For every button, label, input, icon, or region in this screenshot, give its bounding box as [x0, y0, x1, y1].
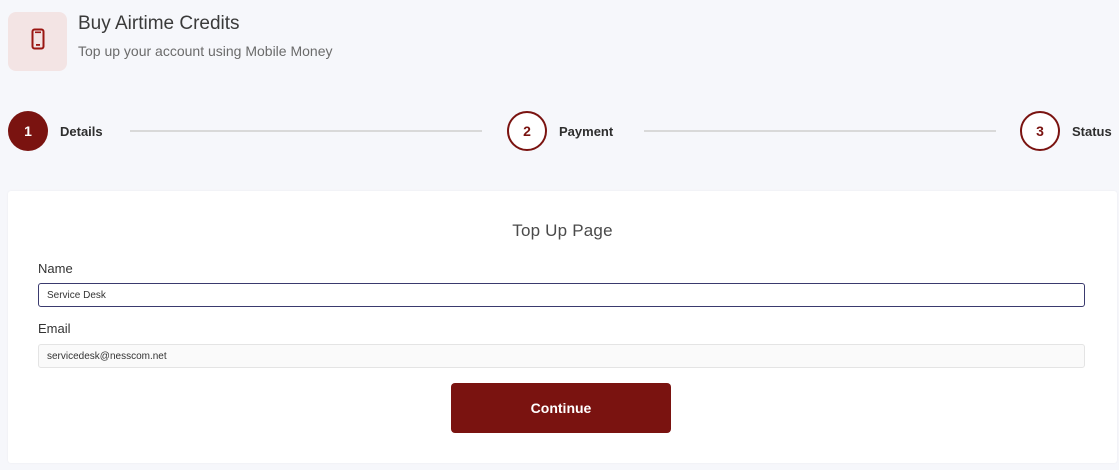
step-number: 2 [507, 111, 547, 151]
step-label: Details [60, 123, 103, 139]
name-field[interactable] [38, 283, 1085, 307]
header-text: Buy Airtime Credits Top up your account … [78, 12, 332, 60]
step-connector [644, 130, 996, 132]
stepper: 1 Details 2 Payment 3 Status [8, 111, 1119, 151]
page: Buy Airtime Credits Top up your account … [0, 0, 1119, 470]
page-subtitle: Top up your account using Mobile Money [78, 43, 333, 59]
step-connector [130, 130, 482, 132]
page-header: Buy Airtime Credits Top up your account … [8, 12, 332, 71]
step-status[interactable]: 3 Status [1020, 111, 1112, 151]
email-field[interactable] [38, 344, 1085, 368]
email-label: Email [38, 321, 71, 336]
top-up-card: Top Up Page Name Email Continue [8, 191, 1117, 463]
mobile-phone-icon [31, 28, 45, 55]
step-label: Status [1072, 123, 1112, 139]
page-title: Buy Airtime Credits [78, 13, 240, 34]
header-icon-box [8, 12, 67, 71]
step-label: Payment [559, 123, 614, 139]
step-payment[interactable]: 2 Payment [507, 111, 613, 151]
step-number: 3 [1020, 111, 1060, 151]
name-label: Name [38, 261, 73, 276]
card-title: Top Up Page [512, 221, 613, 240]
step-number: 1 [8, 111, 48, 151]
continue-button[interactable]: Continue [451, 383, 671, 433]
step-details[interactable]: 1 Details [8, 111, 103, 151]
